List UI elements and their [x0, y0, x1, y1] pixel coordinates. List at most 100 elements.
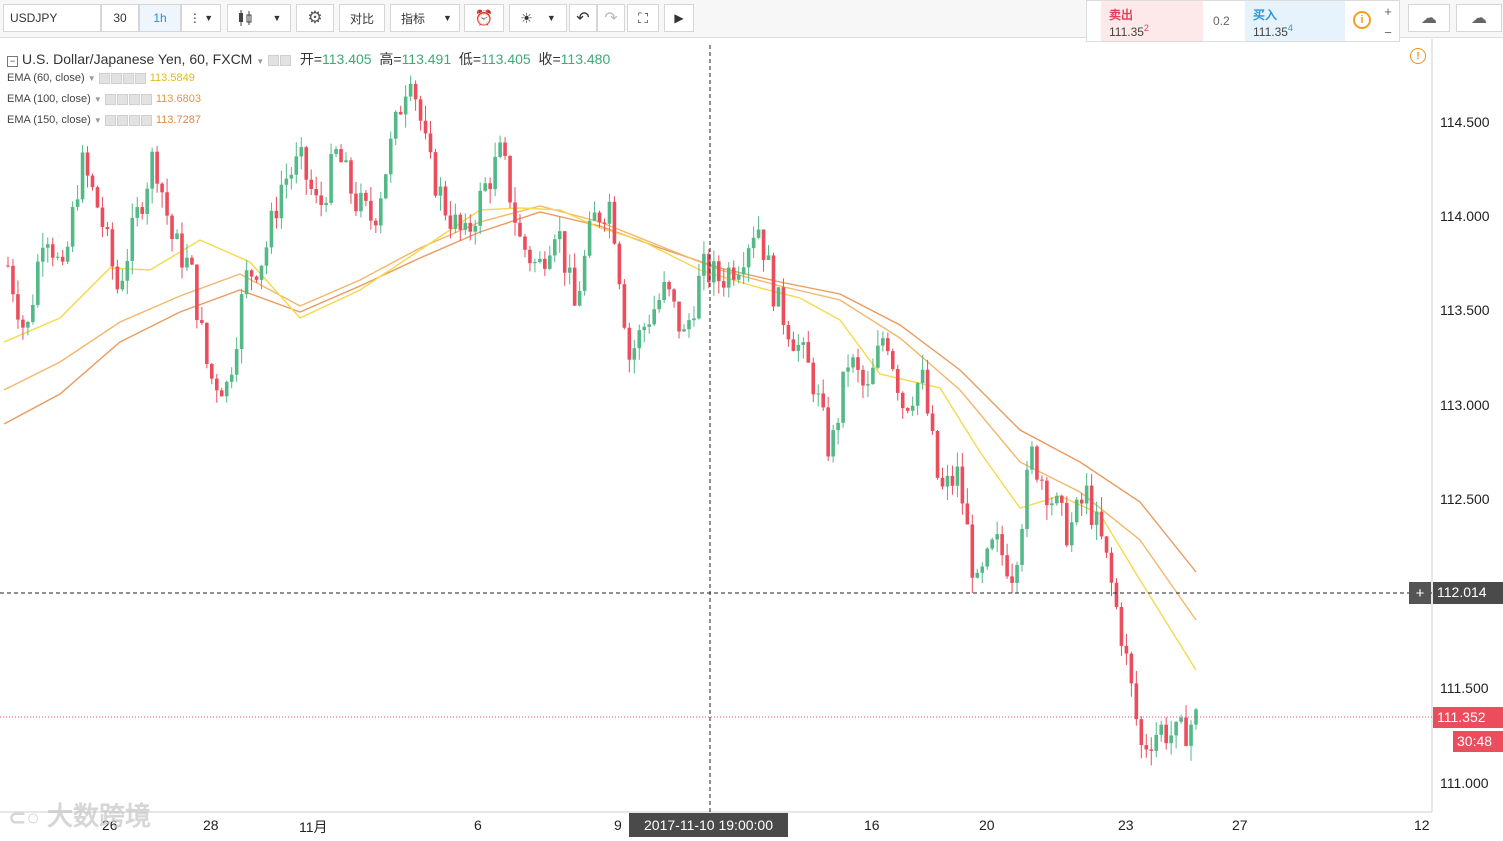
ema100-legend: EMA (100, close) ▼ 113.6803 [7, 93, 201, 105]
gear-icon[interactable] [116, 114, 128, 126]
candle-body [16, 294, 20, 320]
candle-body [115, 266, 120, 290]
candle-body [85, 152, 90, 176]
candle-body [319, 195, 323, 206]
candle-body [75, 199, 80, 207]
candle-body [895, 369, 900, 393]
candle-body [388, 138, 393, 175]
ema60-legend: EMA (60, close) ▼ 113.5849 [7, 72, 195, 84]
caret-down-icon[interactable]: ▼ [94, 95, 102, 104]
candle-body [254, 276, 259, 280]
candle-body [11, 265, 15, 295]
price-tick: 111.000 [1440, 775, 1489, 791]
candle-body [503, 142, 507, 156]
candle-body [925, 369, 930, 414]
candle-body [1000, 534, 1004, 556]
candle-body [438, 186, 443, 196]
candle-body [329, 153, 333, 203]
candle-body [448, 215, 453, 229]
candle-body [1099, 511, 1104, 537]
eye-icon[interactable] [268, 54, 280, 66]
candle-body [1074, 499, 1079, 523]
candle-body [1094, 511, 1099, 525]
watermark-logo: ⊂○ 大数跨境 [8, 801, 151, 831]
candle-body [607, 201, 612, 224]
candle-body [915, 383, 920, 406]
candle-body [105, 227, 110, 230]
candle-body [1189, 724, 1193, 746]
crosshair-time-label: 2017-11-10 19:00:00 [629, 813, 788, 837]
candle-body [309, 179, 314, 189]
candle-body [1005, 555, 1009, 577]
candle-body [528, 249, 532, 264]
candle-body [458, 214, 463, 230]
candle-body [21, 319, 25, 328]
candle-body [170, 215, 174, 240]
candle-body [214, 378, 219, 391]
candle-body [349, 160, 353, 194]
candle-body [31, 304, 35, 322]
plus-icon[interactable] [122, 72, 134, 84]
candle-body [548, 255, 552, 269]
gear-icon[interactable] [116, 93, 128, 105]
time-tick: 28 [203, 817, 219, 833]
candle-body [950, 475, 955, 486]
close-icon[interactable] [140, 114, 152, 126]
eye-icon[interactable] [104, 93, 116, 105]
candle-body [751, 237, 756, 249]
candle-body [483, 183, 487, 191]
candle-body [1050, 503, 1054, 506]
candle-body [726, 267, 731, 288]
close-value: 113.480 [560, 51, 611, 67]
candle-body [980, 566, 985, 573]
candle-body [334, 149, 338, 154]
ema-lines [3, 205, 1197, 671]
candle-body [657, 299, 661, 310]
candle-body [374, 220, 378, 226]
candle-body [637, 330, 642, 349]
candle-body [120, 280, 125, 290]
candle-body [632, 348, 637, 360]
candle-body [935, 430, 940, 478]
candle-body [806, 342, 811, 363]
candle-body [1124, 645, 1129, 654]
candle-body [692, 318, 696, 321]
caret-down-icon[interactable]: ▼ [256, 57, 264, 66]
candle-body [180, 233, 184, 268]
candle-body [344, 160, 348, 163]
candle-body [1040, 479, 1044, 481]
price-chart[interactable] [0, 0, 1503, 841]
candle-body [910, 405, 915, 411]
candle-body [185, 257, 189, 268]
eye-icon[interactable] [98, 72, 110, 84]
candle-body [890, 351, 895, 370]
gear-icon[interactable] [110, 72, 122, 84]
candle-body [110, 229, 115, 267]
candle-body [861, 369, 865, 386]
candle-body [731, 267, 736, 280]
close-label: 收= [538, 51, 561, 67]
candle-body [572, 267, 577, 306]
eye-icon[interactable] [104, 114, 116, 126]
close-icon[interactable] [134, 72, 146, 84]
ema150-value: 113.7287 [155, 114, 201, 126]
plus-icon[interactable] [128, 114, 140, 126]
plus-icon[interactable] [128, 93, 140, 105]
gear-icon[interactable] [280, 54, 292, 66]
candle-body [866, 384, 870, 386]
caret-down-icon[interactable]: ▼ [94, 116, 102, 125]
candle-body [403, 96, 408, 115]
candle-body [1179, 717, 1183, 722]
last-price-label: 111.352 [1433, 707, 1503, 728]
collapse-icon[interactable]: − [7, 56, 18, 67]
candle-body [523, 236, 527, 250]
candle-body [1169, 735, 1173, 744]
candle-body [1184, 717, 1188, 746]
candle-body [1015, 564, 1019, 583]
warning-icon[interactable]: ! [1410, 48, 1426, 64]
close-icon[interactable] [140, 93, 152, 105]
crosshair-add-button[interactable]: + [1409, 582, 1431, 604]
candle-body [155, 151, 159, 184]
candle-body [408, 83, 413, 97]
caret-down-icon[interactable]: ▼ [88, 74, 96, 83]
